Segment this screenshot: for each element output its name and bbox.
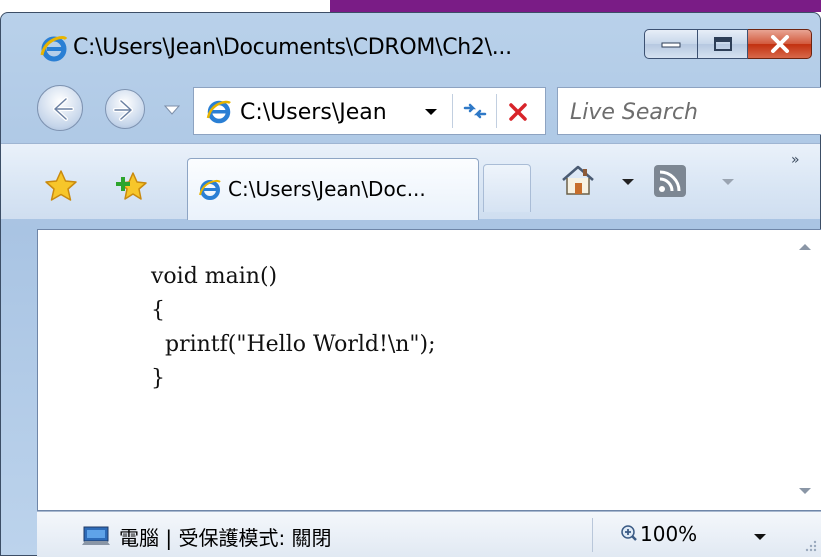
ie-icon (206, 100, 231, 124)
vertical-scrollbar[interactable] (788, 230, 821, 510)
minimize-icon (661, 42, 681, 48)
home-icon[interactable] (559, 162, 597, 198)
refresh-icon[interactable] (460, 96, 490, 126)
resize-grip-icon[interactable] (804, 539, 818, 553)
zoom-dropdown-icon[interactable] (753, 532, 767, 542)
tab-current-page[interactable]: C:\Users\Jean\Doc... (187, 158, 479, 220)
add-favorite-icon[interactable] (113, 168, 149, 204)
tab-toolbar: C:\Users\Jean\Doc... » (1, 143, 820, 220)
scroll-down-icon[interactable] (798, 486, 812, 496)
search-box[interactable]: Live Search (557, 87, 821, 135)
address-bar[interactable]: C:\Users\Jean (193, 87, 546, 135)
back-arrow-icon (53, 97, 74, 121)
feed-dropdown-icon[interactable] (721, 177, 735, 187)
address-input[interactable]: C:\Users\Jean (240, 100, 387, 125)
window-title: C:\Users\Jean\Documents\CDROM\Ch2\... (73, 35, 512, 60)
code-line: { (151, 298, 165, 323)
forward-arrow-icon (113, 99, 133, 121)
computer-icon (82, 526, 110, 545)
caption-buttons (644, 29, 812, 59)
forward-button[interactable] (105, 89, 145, 129)
divider (592, 518, 593, 552)
ie-icon (199, 179, 221, 200)
security-zone-text[interactable]: 電腦 | 受保護模式: 關閉 (119, 522, 332, 551)
desktop-background-left (0, 0, 330, 12)
status-bar: 電腦 | 受保護模式: 關閉 100% (37, 511, 821, 557)
desktop-background-accent (330, 0, 821, 12)
recent-pages-dropdown-icon[interactable] (161, 103, 183, 117)
search-input[interactable]: Live Search (570, 100, 698, 125)
feed-icon[interactable] (653, 164, 687, 198)
home-dropdown-icon[interactable] (621, 177, 635, 187)
browser-window: C:\Users\Jean\Documents\CDROM\Ch2\... C:… (0, 12, 821, 557)
code-line: printf("Hello World!\n"); (151, 332, 436, 357)
minimize-button[interactable] (644, 29, 698, 59)
zoom-level[interactable]: 100% (640, 522, 697, 546)
back-button[interactable] (37, 85, 83, 131)
page-content: void main() { printf("Hello World!\n");} (37, 229, 821, 511)
zoom-icon[interactable] (620, 524, 638, 542)
tab-label: C:\Users\Jean\Doc... (228, 177, 426, 201)
maximize-button[interactable] (698, 29, 748, 59)
favorites-star-icon[interactable] (43, 168, 79, 204)
code-line: void main() (151, 264, 278, 289)
address-dropdown-icon[interactable] (424, 107, 438, 117)
stop-icon[interactable] (506, 100, 530, 124)
code-line: } (151, 366, 165, 391)
scroll-up-icon[interactable] (798, 242, 812, 252)
close-button[interactable] (748, 29, 812, 59)
toolbar-overflow-button[interactable]: » (791, 152, 800, 168)
new-tab-button[interactable] (483, 164, 531, 212)
title-bar[interactable]: C:\Users\Jean\Documents\CDROM\Ch2\... (1, 13, 820, 73)
ie-icon (40, 36, 68, 62)
maximize-icon (713, 37, 732, 51)
divider (496, 94, 497, 128)
divider (452, 94, 453, 128)
code-block: void main() { printf("Hello World!\n");} (151, 260, 436, 396)
close-icon (770, 35, 789, 53)
